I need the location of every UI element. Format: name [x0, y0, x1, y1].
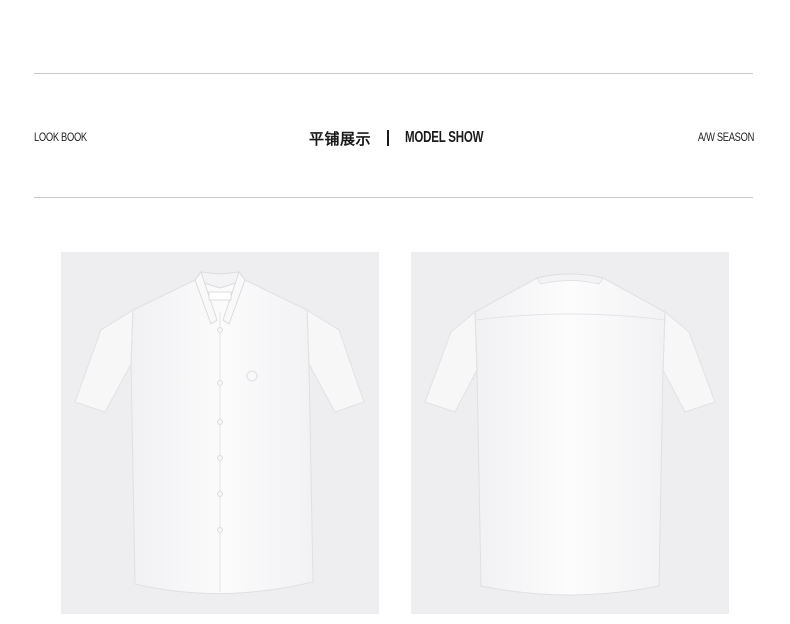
shirt-back-illustration: [424, 273, 716, 596]
shirt-front-illustration: [74, 270, 365, 594]
title-en: MODEL SHOW: [405, 129, 484, 146]
shirt-front-image: [61, 252, 379, 614]
season-label: A/W SEASON: [697, 130, 754, 144]
shirt-back-image: [411, 252, 729, 614]
title-separator: [387, 130, 390, 146]
top-divider: [34, 73, 753, 74]
section-header: LOOK BOOK 平铺展示 MODEL SHOW A/W SEASON: [0, 124, 790, 152]
bottom-divider: [34, 197, 753, 198]
look-book-label: LOOK BOOK: [34, 130, 87, 144]
title-cn: 平铺展示: [309, 129, 372, 148]
section-title: 平铺展示 MODEL SHOW: [309, 126, 514, 150]
